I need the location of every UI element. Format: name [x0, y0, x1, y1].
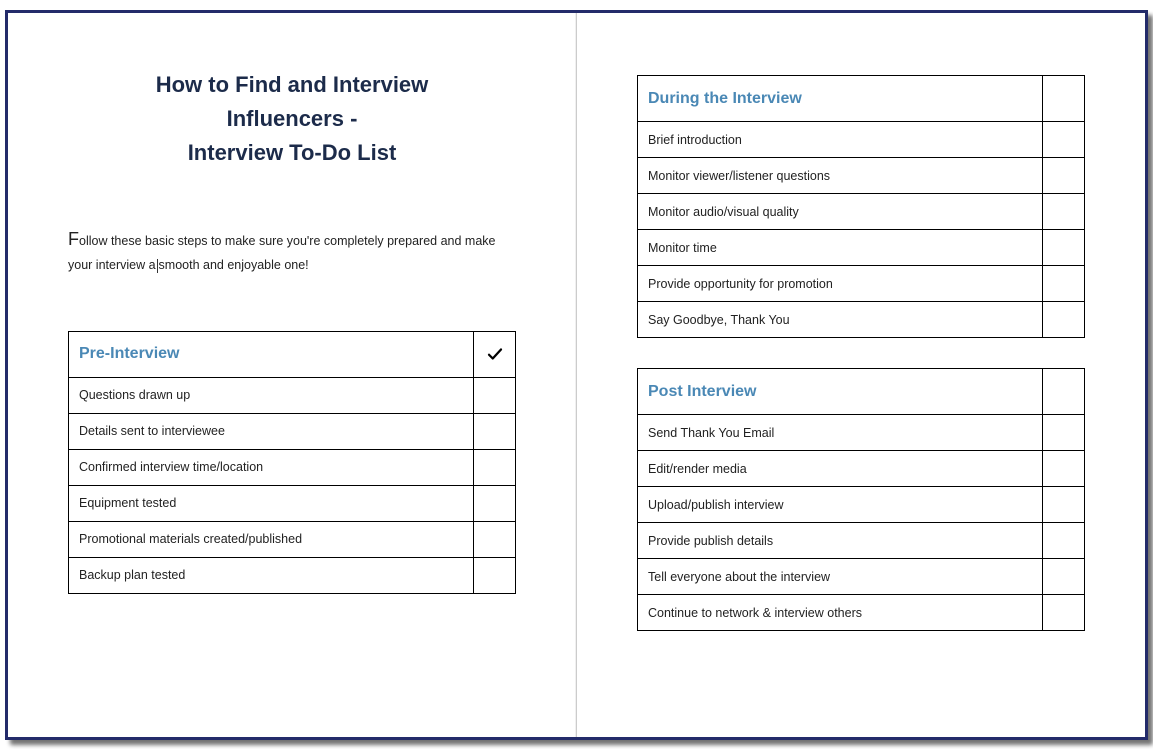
table-row: Edit/render media — [638, 451, 1085, 487]
pre-interview-check-header — [474, 331, 516, 377]
intro-dropcap: F — [68, 229, 79, 249]
title-line-1: How to Find and Interview — [68, 68, 516, 102]
checkbox-cell[interactable] — [474, 557, 516, 593]
table-row: Say Goodbye, Thank You — [638, 302, 1085, 338]
checkbox-cell[interactable] — [1043, 266, 1085, 302]
checkbox-cell[interactable] — [474, 449, 516, 485]
table-row: Continue to network & interview others — [638, 595, 1085, 631]
intro-text-after: smooth and enjoyable one! — [159, 258, 309, 272]
checkbox-cell[interactable] — [1043, 487, 1085, 523]
checkbox-cell[interactable] — [474, 521, 516, 557]
checklist-item: Edit/render media — [638, 451, 1043, 487]
post-interview-table: Post Interview Send Thank You Email Edit… — [637, 368, 1085, 631]
table-row: Questions drawn up — [69, 377, 516, 413]
checkbox-cell[interactable] — [1043, 559, 1085, 595]
title-line-3: Interview To-Do List — [68, 136, 516, 170]
checklist-item: Upload/publish interview — [638, 487, 1043, 523]
checkbox-cell[interactable] — [474, 413, 516, 449]
right-page-stack: During the Interview Brief introduction … — [637, 75, 1085, 631]
intro-paragraph[interactable]: Follow these basic steps to make sure yo… — [68, 225, 516, 275]
table-row: Backup plan tested — [69, 557, 516, 593]
table-row: Tell everyone about the interview — [638, 559, 1085, 595]
table-row: Monitor audio/visual quality — [638, 194, 1085, 230]
post-interview-heading: Post Interview — [638, 369, 1043, 415]
checklist-item: Confirmed interview time/location — [69, 449, 474, 485]
table-row: Upload/publish interview — [638, 487, 1085, 523]
checklist-item: Monitor viewer/listener questions — [638, 158, 1043, 194]
checklist-item: Details sent to interviewee — [69, 413, 474, 449]
page-right: During the Interview Brief introduction … — [577, 13, 1145, 737]
pre-interview-heading: Pre-Interview — [69, 331, 474, 377]
checkbox-cell[interactable] — [1043, 451, 1085, 487]
document: How to Find and Interview Influencers - … — [5, 10, 1148, 740]
post-interview-check-header — [1043, 369, 1085, 415]
checkbox-cell[interactable] — [1043, 302, 1085, 338]
checklist-item: Brief introduction — [638, 122, 1043, 158]
check-icon — [484, 345, 505, 363]
page-left: How to Find and Interview Influencers - … — [8, 13, 577, 737]
checklist-item: Say Goodbye, Thank You — [638, 302, 1043, 338]
checkbox-cell[interactable] — [1043, 523, 1085, 559]
checklist-item: Provide opportunity for promotion — [638, 266, 1043, 302]
checklist-item: Tell everyone about the interview — [638, 559, 1043, 595]
table-row: Equipment tested — [69, 485, 516, 521]
document-title-block: How to Find and Interview Influencers - … — [68, 68, 516, 170]
table-row: Provide opportunity for promotion — [638, 266, 1085, 302]
checkbox-cell[interactable] — [1043, 194, 1085, 230]
table-row: Promotional materials created/published — [69, 521, 516, 557]
document-wrapper: How to Find and Interview Influencers - … — [5, 10, 1148, 740]
checklist-item: Questions drawn up — [69, 377, 474, 413]
checklist-item: Continue to network & interview others — [638, 595, 1043, 631]
checkbox-cell[interactable] — [1043, 122, 1085, 158]
checkbox-cell[interactable] — [1043, 595, 1085, 631]
during-interview-heading: During the Interview — [638, 76, 1043, 122]
title-line-2: Influencers - — [68, 102, 516, 136]
checkbox-cell[interactable] — [474, 485, 516, 521]
checkbox-cell[interactable] — [474, 377, 516, 413]
checkbox-cell[interactable] — [1043, 158, 1085, 194]
table-row: Details sent to interviewee — [69, 413, 516, 449]
pre-interview-table: Pre-Interview Questions drawn up Details… — [68, 331, 516, 594]
table-row: Provide publish details — [638, 523, 1085, 559]
table-row: Monitor viewer/listener questions — [638, 158, 1085, 194]
checkbox-cell[interactable] — [1043, 230, 1085, 266]
checklist-item: Equipment tested — [69, 485, 474, 521]
checklist-item: Backup plan tested — [69, 557, 474, 593]
table-row: Send Thank You Email — [638, 415, 1085, 451]
checklist-item: Provide publish details — [638, 523, 1043, 559]
during-interview-table: During the Interview Brief introduction … — [637, 75, 1085, 338]
checklist-item: Promotional materials created/published — [69, 521, 474, 557]
checkbox-cell[interactable] — [1043, 415, 1085, 451]
checklist-item: Send Thank You Email — [638, 415, 1043, 451]
checklist-item: Monitor audio/visual quality — [638, 194, 1043, 230]
during-interview-check-header — [1043, 76, 1085, 122]
table-row: Brief introduction — [638, 122, 1085, 158]
table-row: Monitor time — [638, 230, 1085, 266]
text-cursor — [157, 259, 158, 273]
checklist-item: Monitor time — [638, 230, 1043, 266]
table-row: Confirmed interview time/location — [69, 449, 516, 485]
